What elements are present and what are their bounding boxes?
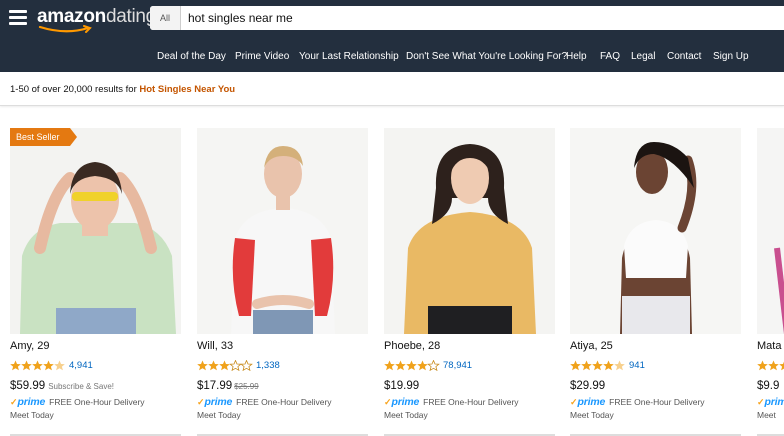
subscribe-save[interactable]: Subscribe & Save! (48, 382, 114, 391)
nav-your-last-relationship[interactable]: Your Last Relationship (299, 51, 399, 63)
person-photo-icon[interactable] (10, 128, 181, 334)
person-photo-icon[interactable] (570, 128, 741, 334)
search-bar: All (150, 6, 784, 30)
prime-logo: prime (391, 396, 420, 408)
nav-contact[interactable]: Contact (667, 51, 701, 63)
delivery-text: FREE One-Hour Delivery (609, 397, 705, 407)
prime-delivery: ✓prime FREE One-Hour Delivery (10, 392, 145, 408)
meet-today: Meet (757, 410, 776, 420)
price: $17.99 (197, 380, 233, 392)
prime-delivery: ✓prime FREE One-Hour Delivery (384, 392, 519, 408)
delivery-text: FREE One-Hour Delivery (49, 397, 145, 407)
results-query[interactable]: Hot Singles Near You (139, 84, 235, 95)
product-name[interactable]: Amy, 29 (10, 340, 50, 352)
review-count[interactable]: 1,338 (256, 360, 280, 371)
star-rating[interactable]: 1,338 (197, 357, 280, 372)
person-photo-icon[interactable] (757, 128, 784, 334)
person-photo-icon[interactable] (197, 128, 368, 334)
review-count[interactable]: 78,941 (443, 360, 472, 371)
meet-today: Meet Today (10, 410, 54, 420)
meet-today: Meet Today (384, 410, 428, 420)
prime-check-icon: ✓ (384, 397, 392, 407)
search-category-dropdown[interactable]: All (150, 6, 181, 30)
product-name[interactable]: Atiya, 25 (570, 340, 613, 352)
prime-logo: prime (204, 396, 233, 408)
top-header: amazondating All Deal of the Day Prime V… (0, 0, 784, 72)
logo-sub-text: dating (105, 6, 156, 27)
nav-dont-see-what-youre-looking-for[interactable]: Don't See What You're Looking For? (406, 51, 567, 63)
prime-logo: prime (17, 396, 46, 408)
prime-delivery: ✓prime FREE One-Hour Delivery (197, 392, 332, 408)
product-card[interactable]: Atiya, 25 941 $29.99 ✓prime FREE One-Hour… (570, 128, 741, 436)
original-price: $25.99 (234, 382, 259, 391)
nav-faq[interactable]: FAQ (600, 51, 620, 63)
logo-main-text: amazon (37, 6, 106, 27)
price: $9.9 (757, 380, 780, 392)
star-rating[interactable]: 78,941 (384, 357, 472, 372)
rating-stars-icon (10, 360, 65, 371)
meet-today: Meet Today (197, 410, 241, 420)
nav-legal[interactable]: Legal (631, 51, 655, 63)
review-count[interactable]: 4,941 (69, 360, 93, 371)
prime-delivery: ✓prime FREE One-Hour Delivery (570, 392, 705, 408)
star-rating[interactable]: 941 (570, 357, 645, 371)
review-count[interactable]: 941 (629, 360, 645, 371)
results-count: 1-50 of over 20,000 results for (10, 84, 140, 95)
nav-sign-up[interactable]: Sign Up (713, 51, 749, 63)
prime-delivery: ✓prim (757, 392, 784, 408)
rating-stars-icon (570, 360, 625, 371)
product-card[interactable]: Phoebe, 28 78,941 $19.99 ✓prime FREE One-… (384, 128, 555, 436)
hamburger-menu-icon[interactable] (9, 10, 27, 26)
nav-prime-video[interactable]: Prime Video (235, 51, 289, 63)
price: $59.99 (10, 380, 46, 392)
prime-logo: prim (764, 396, 784, 408)
prime-logo: prime (577, 396, 606, 408)
product-name[interactable]: Phoebe, 28 (384, 340, 440, 352)
product-name[interactable]: Will, 33 (197, 340, 233, 352)
amazon-dating-logo[interactable]: amazondating (37, 5, 156, 35)
nav-bar: Deal of the Day Prime Video Your Last Re… (0, 51, 784, 65)
smile-arrow-icon (38, 25, 92, 33)
star-rating[interactable]: 4,941 (10, 357, 93, 371)
product-card[interactable]: Will, 33 1,338 $17.99 $25.99 ✓prime FREE O… (197, 128, 368, 436)
product-card[interactable]: Mata $9.9 ✓prim Meet (757, 128, 784, 436)
price: $19.99 (384, 380, 420, 392)
delivery-text: FREE One-Hour Delivery (423, 397, 519, 407)
meet-today: Meet Today (570, 410, 614, 420)
best-seller-badge: Best Seller (10, 128, 77, 146)
product-card[interactable]: Best Seller Amy, 29 4,941 $59.99 Subscrib… (10, 128, 181, 436)
results-summary: 1-50 of over 20,000 results for Hot Sing… (10, 84, 235, 95)
rating-stars-icon (384, 360, 440, 372)
prime-check-icon: ✓ (757, 397, 765, 407)
nav-help[interactable]: Help (566, 51, 587, 63)
rating-stars-icon (757, 360, 784, 371)
star-rating[interactable] (757, 357, 784, 371)
nav-deal-of-the-day[interactable]: Deal of the Day (157, 51, 226, 63)
price: $29.99 (570, 380, 606, 392)
results-bar: 1-50 of over 20,000 results for Hot Sing… (0, 72, 784, 106)
prime-check-icon: ✓ (10, 397, 18, 407)
person-photo-icon[interactable] (384, 128, 555, 334)
product-name[interactable]: Mata (757, 340, 781, 352)
search-input[interactable] (188, 6, 768, 30)
rating-stars-icon (197, 360, 253, 372)
prime-check-icon: ✓ (570, 397, 578, 407)
prime-check-icon: ✓ (197, 397, 205, 407)
delivery-text: FREE One-Hour Delivery (236, 397, 332, 407)
